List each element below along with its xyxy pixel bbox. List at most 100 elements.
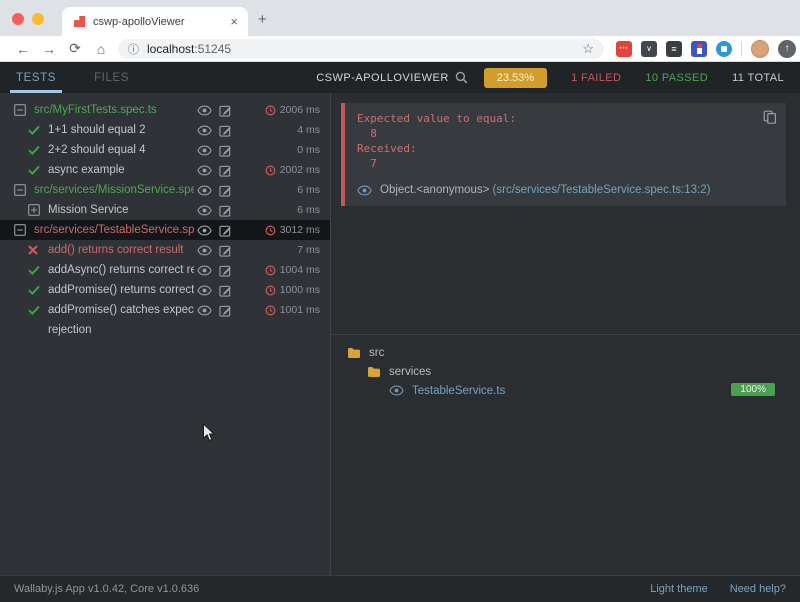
bookmark-star-icon[interactable]: ☆ <box>582 41 594 57</box>
browser-toolbar: ← → ⟳ ⌂ ⓘ localhost :51245 ☆ ••• ∨ ≡ ↑ <box>0 36 800 62</box>
edit-icon[interactable] <box>215 144 236 157</box>
describe-row[interactable]: Mission Service 6 ms <box>0 200 330 220</box>
test-time: 1001 ms <box>280 304 320 316</box>
need-help-link[interactable]: Need help? <box>730 583 786 595</box>
edit-icon[interactable] <box>215 224 236 237</box>
stack-file-link[interactable]: (src/services/TestableService.spec.ts:13… <box>493 184 711 196</box>
forward-icon[interactable]: → <box>36 41 62 57</box>
extension-red-icon[interactable]: ••• <box>616 41 632 57</box>
edit-icon[interactable] <box>215 304 236 317</box>
pass-icon <box>28 125 42 135</box>
tab-title: cswp-apolloViewer <box>93 16 228 28</box>
edit-icon[interactable] <box>215 244 236 257</box>
slow-clock-icon <box>265 305 276 316</box>
edit-icon[interactable] <box>215 164 236 177</box>
collapse-icon[interactable] <box>14 184 28 196</box>
folder-row[interactable]: src <box>339 343 800 362</box>
eye-icon[interactable] <box>194 305 215 316</box>
eye-icon[interactable] <box>194 185 215 196</box>
edit-icon[interactable] <box>215 124 236 137</box>
suite-label: src/MyFirstTests.spec.ts <box>34 104 194 116</box>
extension-stack-icon[interactable]: ≡ <box>666 41 682 57</box>
edit-icon[interactable] <box>215 284 236 297</box>
test-row[interactable]: async example 2002 ms <box>0 160 330 180</box>
test-row-failed[interactable]: add() returns correct result 7 ms <box>0 240 330 260</box>
project-name: CSWP-APOLLOVIEWER <box>316 72 449 84</box>
test-label: async example <box>48 164 194 176</box>
profile-avatar[interactable] <box>751 40 769 58</box>
edit-icon[interactable] <box>215 104 236 117</box>
light-theme-link[interactable]: Light theme <box>650 583 707 595</box>
url-host: localhost <box>147 42 194 56</box>
test-time: 7 ms <box>297 244 320 256</box>
search-icon[interactable] <box>455 71 468 84</box>
eye-icon[interactable] <box>194 105 215 116</box>
error-message: Expected value to equal: 8 Received: 7 <box>357 111 776 171</box>
test-row[interactable]: addPromise() catches expected 1001 ms <box>0 300 330 320</box>
eye-icon[interactable] <box>357 185 372 196</box>
collapse-icon[interactable] <box>14 224 28 236</box>
file-row[interactable]: TestableService.ts 100% <box>339 381 800 400</box>
window-controls <box>12 13 64 25</box>
home-icon[interactable]: ⌂ <box>88 41 114 57</box>
test-time: 4 ms <box>297 124 320 136</box>
file-link[interactable]: TestableService.ts <box>412 385 505 397</box>
reload-icon[interactable]: ⟳ <box>62 40 88 57</box>
toolbar-divider <box>741 41 742 57</box>
eye-icon[interactable] <box>194 265 215 276</box>
app-window: cswp-apolloViewer × + ← → ⟳ ⌂ ⓘ localhos… <box>0 0 800 602</box>
stack-trace-row[interactable]: Object.<anonymous> (src/services/Testabl… <box>357 184 776 196</box>
eye-icon[interactable] <box>194 205 215 216</box>
extension-pocket-icon[interactable]: ∨ <box>641 41 657 57</box>
tab-tests[interactable]: TESTS <box>16 62 56 93</box>
page-info-icon[interactable]: ⓘ <box>128 41 139 57</box>
test-time: 0 ms <box>297 144 320 156</box>
eye-icon[interactable] <box>194 145 215 156</box>
collapse-icon[interactable] <box>14 104 28 116</box>
suite-row-selected[interactable]: src/services/TestableService.spec.ts 301… <box>0 220 330 240</box>
test-label: addAsync() returns correct result <box>48 264 194 276</box>
folder-icon <box>347 347 361 358</box>
extension-circle-icon[interactable] <box>716 41 732 57</box>
suite-row[interactable]: src/services/MissionService.spec.ts 6 ms <box>0 180 330 200</box>
back-icon[interactable]: ← <box>10 41 36 57</box>
edit-icon[interactable] <box>215 184 236 197</box>
eye-icon[interactable] <box>194 285 215 296</box>
error-panel: Expected value to equal: 8 Received: 7 O… <box>341 103 786 206</box>
slow-clock-icon <box>265 265 276 276</box>
test-time: 6 ms <box>297 204 320 216</box>
coverage-badge: 23.53% <box>484 68 547 88</box>
tab-close-icon[interactable]: × <box>228 14 240 29</box>
test-label: 2+2 should equal 4 <box>48 144 194 156</box>
minimize-window-button[interactable] <box>32 13 44 25</box>
eye-icon[interactable] <box>194 125 215 136</box>
extension-icons: ••• ∨ ≡ ↑ <box>616 40 796 58</box>
folder-row[interactable]: services <box>339 362 800 381</box>
close-window-button[interactable] <box>12 13 24 25</box>
section-divider <box>331 334 800 335</box>
browser-menu-icon[interactable]: ↑ <box>778 40 796 58</box>
copy-icon[interactable] <box>763 110 777 124</box>
eye-icon[interactable] <box>194 225 215 236</box>
edit-icon[interactable] <box>215 204 236 217</box>
extension-flag-icon[interactable] <box>691 41 707 57</box>
browser-tab[interactable]: cswp-apolloViewer × <box>62 7 248 36</box>
passed-count: 10 PASSED <box>645 72 708 84</box>
test-row[interactable]: addAsync() returns correct result 1004 m… <box>0 260 330 280</box>
new-tab-button[interactable]: + <box>258 11 267 28</box>
eye-icon[interactable] <box>194 165 215 176</box>
eye-icon[interactable] <box>389 385 404 396</box>
tab-files[interactable]: FILES <box>94 62 129 93</box>
address-bar[interactable]: ⓘ localhost :51245 ☆ <box>118 39 604 59</box>
slow-clock-icon <box>265 165 276 176</box>
test-row[interactable]: 1+1 should equal 2 4 ms <box>0 120 330 140</box>
eye-icon[interactable] <box>194 245 215 256</box>
test-row[interactable]: addPromise() returns correct result 1000… <box>0 280 330 300</box>
wallaby-header: TESTS FILES CSWP-APOLLOVIEWER 23.53% 1 F… <box>0 62 800 93</box>
pass-icon <box>28 285 42 295</box>
test-label: 1+1 should equal 2 <box>48 124 194 136</box>
edit-icon[interactable] <box>215 264 236 277</box>
expand-icon[interactable] <box>28 204 42 216</box>
test-row[interactable]: 2+2 should equal 4 0 ms <box>0 140 330 160</box>
suite-row[interactable]: src/MyFirstTests.spec.ts 2006 ms <box>0 100 330 120</box>
